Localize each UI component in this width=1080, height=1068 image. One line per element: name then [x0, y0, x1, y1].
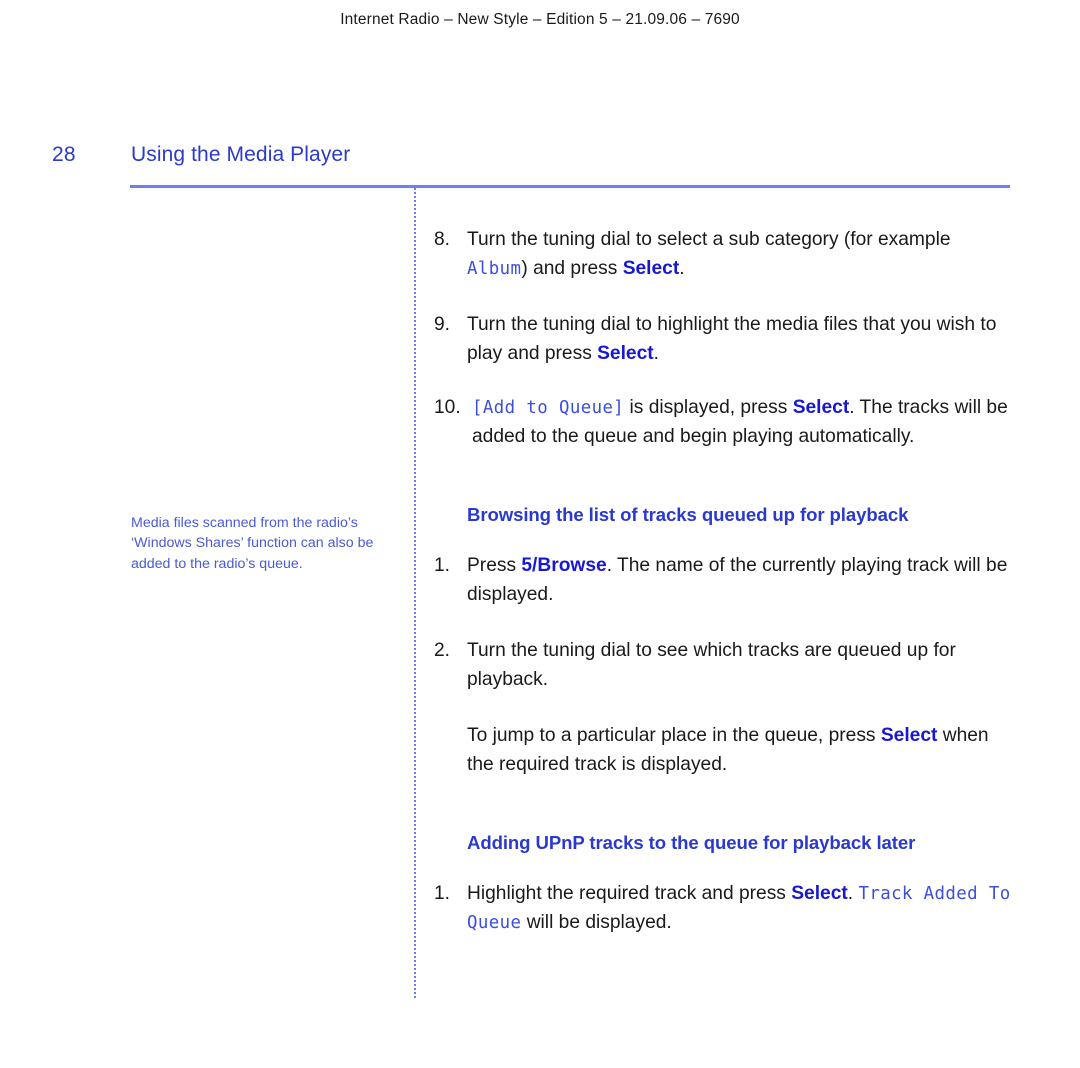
- browse-1-text-before: Press: [467, 555, 522, 576]
- section-heading-upnp: Adding UPnP tracks to the queue for play…: [467, 832, 916, 853]
- list-item-step-8: 8. Turn the tuning dial to select a sub …: [434, 226, 1012, 283]
- page-number: 28: [52, 143, 76, 166]
- select-button-reference: Select: [597, 342, 654, 364]
- main-content-column: 8. Turn the tuning dial to select a sub …: [434, 226, 1012, 957]
- browse-button-reference: 5/Browse: [521, 555, 607, 576]
- upnp-1-text-before: Highlight the required track and press: [467, 883, 792, 904]
- step-9-text-before: Turn the tuning dial to highlight the me…: [467, 314, 997, 364]
- upnp-1-text-mid: .: [847, 883, 859, 904]
- lcd-album-text: Album: [467, 258, 522, 279]
- select-button-reference: Select: [880, 725, 938, 746]
- browse-jump-paragraph: To jump to a particular place in the que…: [434, 722, 1012, 779]
- list-marker: 1.: [434, 555, 451, 576]
- browse-2-text: Turn the tuning dial to see which tracks…: [467, 640, 956, 690]
- jump-text-before: To jump to a particular place in the que…: [467, 725, 881, 746]
- step-10-text-before: is displayed, press: [624, 397, 793, 418]
- upnp-1-text-after: will be displayed.: [521, 911, 672, 933]
- chapter-title: Using the Media Player: [131, 143, 351, 166]
- vertical-dotted-divider: [414, 188, 416, 998]
- page-title-row: 28 Using the Media Player: [0, 143, 1080, 177]
- list-item-browse-1: 1. Press 5/Browse. The name of the curre…: [434, 552, 1012, 609]
- list-item-step-10: 10. [Add to Queue] is displayed, press S…: [434, 394, 1012, 451]
- select-button-reference: Select: [791, 883, 848, 904]
- horizontal-rule: [130, 185, 1010, 188]
- select-button-reference: Select: [622, 257, 680, 279]
- list-marker: 8.: [434, 229, 451, 250]
- step-9-text-after: .: [653, 342, 660, 364]
- running-header: Internet Radio – New Style – Edition 5 –…: [340, 11, 740, 28]
- list-marker: 10.: [434, 397, 461, 418]
- list-item-browse-2: 2. Turn the tuning dial to see which tra…: [434, 637, 1012, 694]
- step-8-text-mid: ) and press: [521, 257, 623, 279]
- list-item-step-9: 9. Turn the tuning dial to highlight the…: [434, 311, 1012, 368]
- step-8-text-after: .: [679, 257, 685, 279]
- list-marker: 9.: [434, 314, 451, 335]
- step-8-text-before: Turn the tuning dial to select a sub cat…: [467, 229, 951, 250]
- lcd-add-to-queue-text: [Add to Queue]: [472, 398, 625, 418]
- section-heading-browsing: Browsing the list of tracks queued up fo…: [467, 504, 909, 525]
- list-item-upnp-1: 1. Highlight the required track and pres…: [434, 880, 1012, 937]
- list-marker: 1.: [434, 883, 451, 904]
- select-button-reference: Select: [792, 397, 850, 418]
- sidebar-note: Media files scanned from the radio’s ‘Wi…: [131, 515, 374, 572]
- list-marker: 2.: [434, 640, 451, 661]
